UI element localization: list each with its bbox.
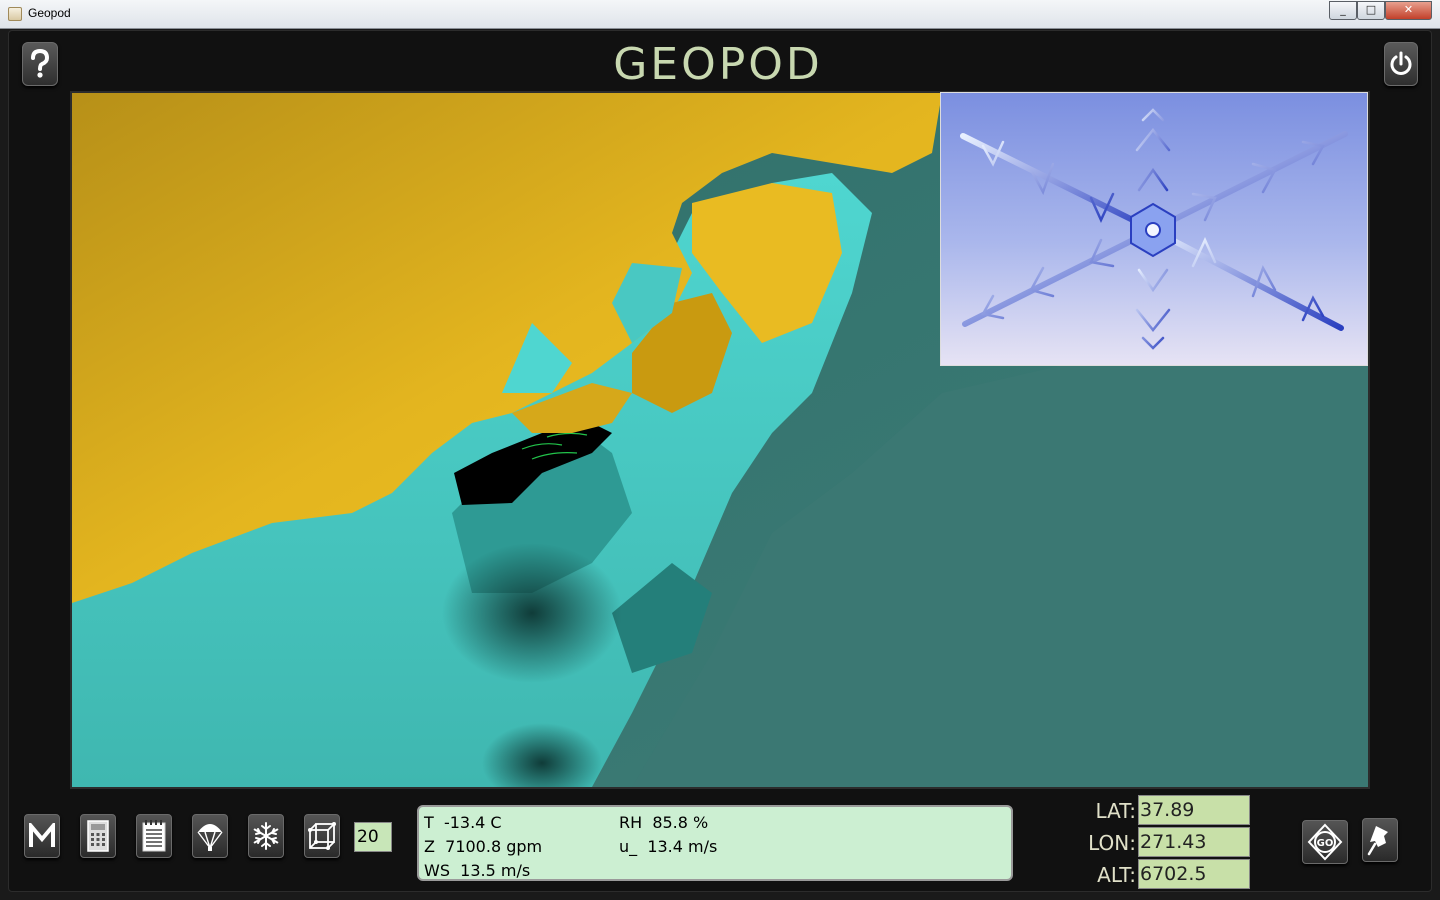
relative-humidity-readout: RH 85.8 % <box>619 813 709 832</box>
temperature-readout: T -13.4 C <box>424 813 502 832</box>
minimize-button[interactable]: _ <box>1329 1 1357 20</box>
m-letter-icon <box>29 823 55 847</box>
parachute-icon <box>197 824 223 851</box>
lat-label: LAT: <box>1095 799 1137 823</box>
calculator-icon <box>87 820 109 852</box>
alt-field[interactable]: 6702.5 <box>1138 859 1250 889</box>
geopod-logo: GEOPOD <box>613 39 823 90</box>
calculator-button[interactable] <box>80 814 116 858</box>
close-button[interactable]: ✕ <box>1385 1 1432 20</box>
lat-field[interactable]: 37.89 <box>1138 795 1250 825</box>
pin-button[interactable] <box>1362 818 1398 862</box>
power-icon <box>1390 51 1412 75</box>
snowflake-image <box>960 99 1348 358</box>
notepad-button[interactable] <box>136 814 172 858</box>
svg-text:GO: GO <box>1317 838 1334 849</box>
go-button[interactable]: GO <box>1302 820 1348 864</box>
grid-box-button[interactable] <box>304 814 340 858</box>
snowflake-icon <box>253 822 279 850</box>
java-app-icon <box>8 7 22 21</box>
go-compass-icon: GO <box>1307 823 1343 861</box>
help-button[interactable] <box>22 42 58 86</box>
maximize-button[interactable]: □ <box>1357 1 1385 20</box>
question-icon <box>31 49 50 78</box>
geopotential-readout: Z 7100.8 gpm <box>424 837 543 856</box>
step-size-input[interactable]: 20 <box>354 822 392 852</box>
snowflake-image-panel <box>940 92 1368 366</box>
window-title: Geopod <box>28 6 71 20</box>
pushpin-icon <box>1367 826 1388 856</box>
lon-field[interactable]: 271.43 <box>1138 827 1250 857</box>
menu-button[interactable] <box>24 814 60 858</box>
lon-label: LON: <box>1088 831 1136 855</box>
probe-readout-panel: T -13.4 C Z 7100.8 gpm WS 13.5 m/s RH 85… <box>417 805 1013 881</box>
notepad-icon <box>142 820 166 852</box>
window-titlebar: Geopod _ □ ✕ <box>0 0 1440 29</box>
alt-label: ALT: <box>1097 863 1136 887</box>
parachute-button[interactable] <box>192 814 228 858</box>
power-button[interactable] <box>1384 42 1418 86</box>
wind-speed-readout: WS 13.5 m/s <box>424 861 531 880</box>
grid-box-icon <box>308 822 336 850</box>
u-wind-readout: u_ 13.4 m/s <box>619 837 718 856</box>
snowflake-button[interactable] <box>248 814 284 858</box>
